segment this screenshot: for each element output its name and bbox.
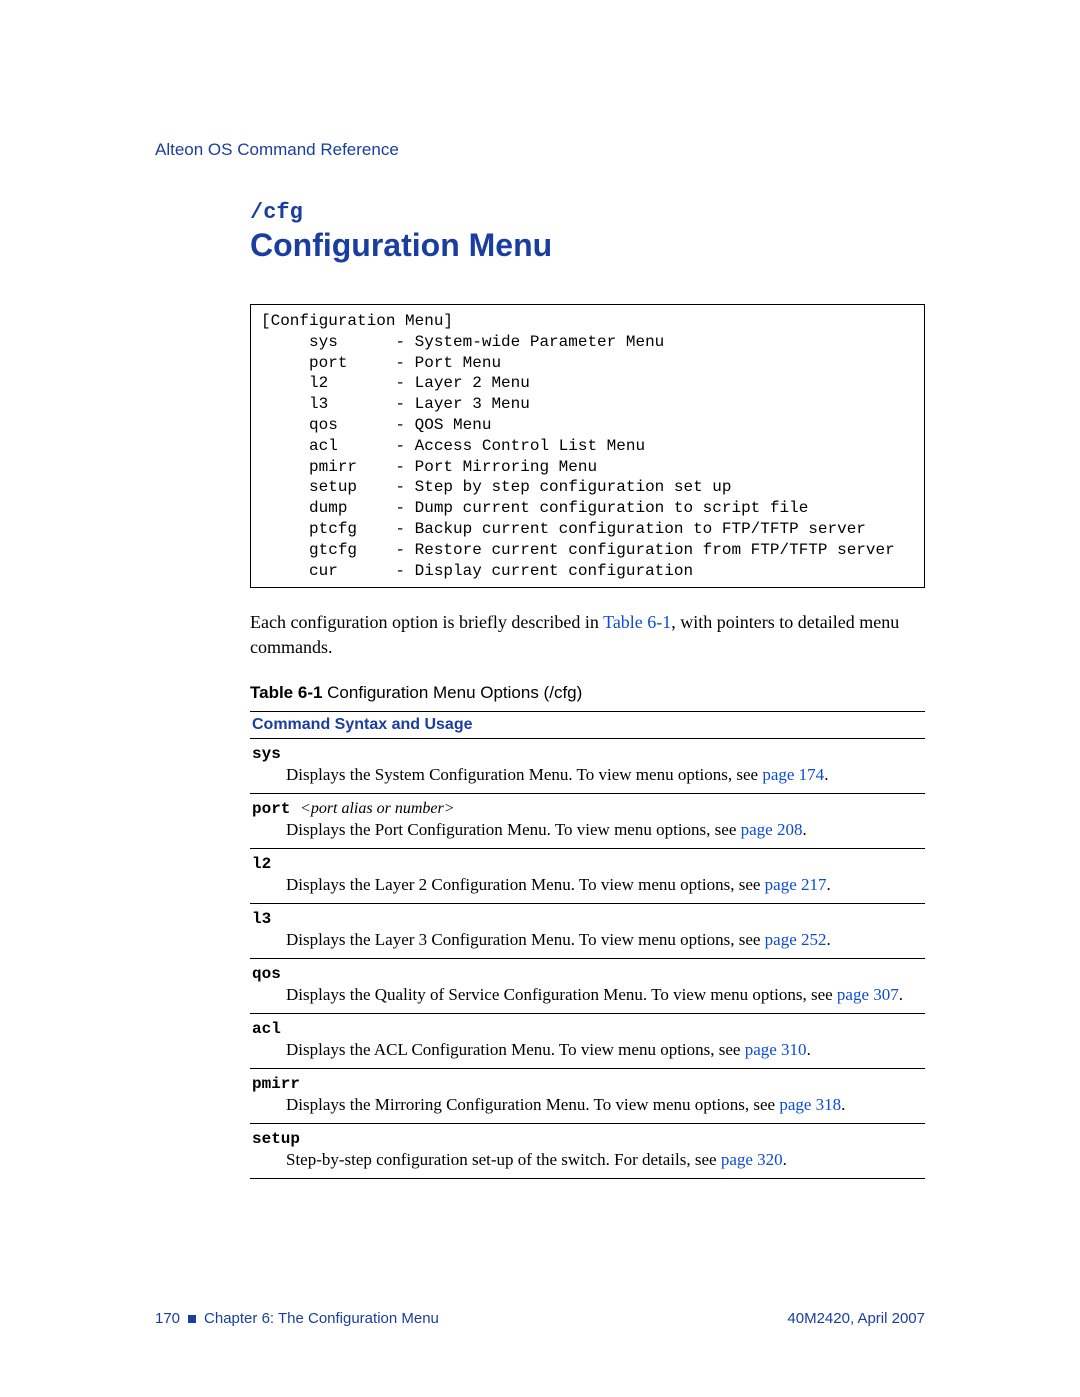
- table-column-header: Command Syntax and Usage: [250, 711, 925, 739]
- cmd-desc-pre: Step-by-step configuration set-up of the…: [286, 1150, 721, 1169]
- cmd-name: l2: [252, 855, 271, 873]
- cmd-desc-pre: Displays the Quality of Service Configur…: [286, 985, 837, 1004]
- cmd-row-port: port <port alias or number> Displays the…: [250, 794, 925, 849]
- doc-header: Alteon OS Command Reference: [155, 140, 925, 160]
- chapter-title: Chapter 6: The Configuration Menu: [204, 1310, 439, 1327]
- cmd-desc: Displays the Mirroring Configuration Men…: [286, 1095, 923, 1115]
- cmd-name: setup: [252, 1130, 300, 1148]
- cmd-desc: Displays the System Configuration Menu. …: [286, 765, 923, 785]
- cmd-desc: Step-by-step configuration set-up of the…: [286, 1150, 923, 1170]
- table-caption: Table 6-1 Configuration Menu Options (/c…: [250, 683, 925, 703]
- cmd-desc: Displays the Layer 2 Configuration Menu.…: [286, 875, 923, 895]
- footer-left: 170 Chapter 6: The Configuration Menu: [155, 1310, 439, 1327]
- cmd-row-l3: l3 Displays the Layer 3 Configuration Me…: [250, 904, 925, 959]
- cmd-row-sys: sys Displays the System Configuration Me…: [250, 739, 925, 794]
- cmd-desc-pre: Displays the Layer 2 Configuration Menu.…: [286, 875, 765, 894]
- square-bullet-icon: [188, 1315, 196, 1323]
- cmd-row-acl: acl Displays the ACL Configuration Menu.…: [250, 1014, 925, 1069]
- page-link[interactable]: page 318: [779, 1095, 841, 1114]
- page-link[interactable]: page 208: [741, 820, 803, 839]
- cmd-desc-post: .: [802, 820, 806, 839]
- table-caption-number: Table 6-1: [250, 683, 327, 702]
- cmd-desc: Displays the ACL Configuration Menu. To …: [286, 1040, 923, 1060]
- page-link[interactable]: page 307: [837, 985, 899, 1004]
- cmd-param: <port alias or number>: [300, 800, 455, 817]
- cmd-desc-pre: Displays the ACL Configuration Menu. To …: [286, 1040, 745, 1059]
- cmd-desc: Displays the Port Configuration Menu. To…: [286, 820, 923, 840]
- intro-paragraph: Each configuration option is briefly des…: [250, 610, 925, 659]
- cmd-name: sys: [252, 745, 281, 763]
- cmd-name: port: [252, 800, 300, 818]
- cmd-name: pmirr: [252, 1075, 300, 1093]
- cmd-name: acl: [252, 1020, 281, 1038]
- cmd-name: qos: [252, 965, 281, 983]
- section-code: /cfg: [250, 200, 925, 225]
- cmd-desc-post: .: [783, 1150, 787, 1169]
- page-link[interactable]: page 174: [762, 765, 824, 784]
- configuration-menu-listing: [Configuration Menu] sys - System-wide P…: [250, 304, 925, 588]
- cmd-desc-post: .: [807, 1040, 811, 1059]
- cmd-desc-pre: Displays the Port Configuration Menu. To…: [286, 820, 741, 839]
- cmd-row-setup: setup Step-by-step configuration set-up …: [250, 1124, 925, 1179]
- cmd-row-l2: l2 Displays the Layer 2 Configuration Me…: [250, 849, 925, 904]
- cmd-desc: Displays the Layer 3 Configuration Menu.…: [286, 930, 923, 950]
- cmd-desc-post: .: [841, 1095, 845, 1114]
- page-link[interactable]: page 310: [745, 1040, 807, 1059]
- cmd-desc-post: .: [824, 765, 828, 784]
- intro-text-pre: Each configuration option is briefly des…: [250, 612, 603, 632]
- cmd-desc-post: .: [827, 930, 831, 949]
- cmd-row-qos: qos Displays the Quality of Service Conf…: [250, 959, 925, 1014]
- page-link[interactable]: page 252: [765, 930, 827, 949]
- page-link[interactable]: page 217: [765, 875, 827, 894]
- cmd-desc: Displays the Quality of Service Configur…: [286, 985, 923, 1005]
- section-title: Configuration Menu: [250, 227, 925, 264]
- cmd-desc-pre: Displays the System Configuration Menu. …: [286, 765, 762, 784]
- table-ref-link[interactable]: Table 6-1: [603, 612, 671, 632]
- cmd-row-pmirr: pmirr Displays the Mirroring Configurati…: [250, 1069, 925, 1124]
- cmd-desc-post: .: [899, 985, 903, 1004]
- page-number: 170: [155, 1310, 180, 1327]
- page-footer: 170 Chapter 6: The Configuration Menu 40…: [155, 1310, 925, 1327]
- table-caption-title: Configuration Menu Options (/cfg): [327, 683, 582, 702]
- doc-id: 40M2420, April 2007: [787, 1310, 925, 1327]
- cmd-desc-pre: Displays the Layer 3 Configuration Menu.…: [286, 930, 765, 949]
- cmd-desc-pre: Displays the Mirroring Configuration Men…: [286, 1095, 779, 1114]
- cmd-desc-post: .: [827, 875, 831, 894]
- page-link[interactable]: page 320: [721, 1150, 783, 1169]
- cmd-name: l3: [252, 910, 271, 928]
